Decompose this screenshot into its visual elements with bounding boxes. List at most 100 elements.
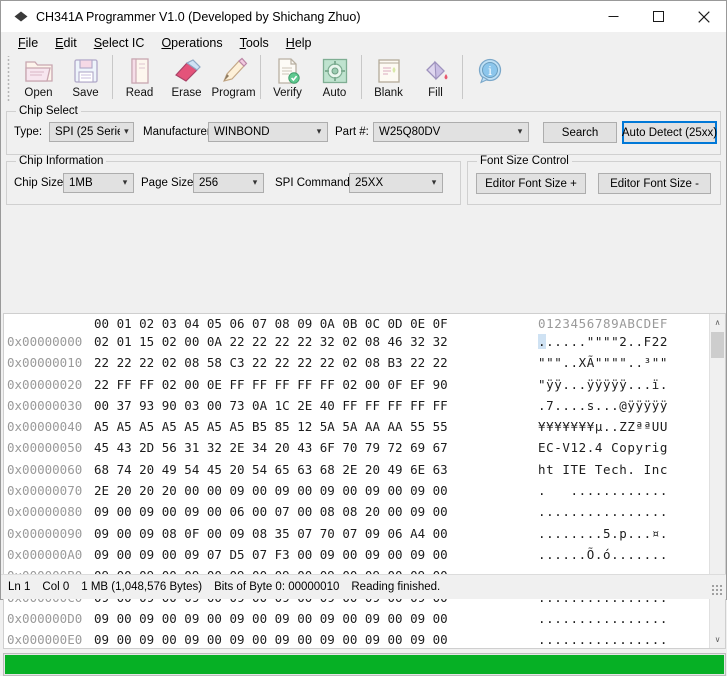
hex-row[interactable]: 0x000000E0 09 00 09 00 09 00 09 00 09 00 …	[4, 629, 709, 648]
status-bar: Ln 1 Col 0 1 MB (1,048,576 Bytes) Bits o…	[1, 574, 726, 599]
toolbar-blank-button[interactable]: Blank	[365, 54, 412, 104]
hex-row[interactable]: 0x00000080 09 00 09 00 09 00 06 00 07 00 …	[4, 501, 709, 522]
toolbar-verify-button[interactable]: Verify	[264, 54, 311, 104]
scroll-down-icon[interactable]: ∨	[710, 631, 726, 648]
hex-row-bytes[interactable]: 09 00 09 00 09 00 09 00 09 00 09 00 09 0…	[94, 629, 534, 648]
menu-bar: File Edit Select IC Operations Tools Hel…	[1, 32, 726, 54]
hex-row-address: 0x00000060	[7, 461, 83, 477]
hex-row[interactable]: 0x00000000 02 01 15 02 00 0A 22 22 22 22 …	[4, 331, 709, 352]
menu-file[interactable]: File	[10, 34, 47, 52]
editor-font-size-decrease-button[interactable]: Editor Font Size -	[598, 173, 711, 194]
hex-row-bytes[interactable]: 2E 20 20 20 00 00 09 00 09 00 09 00 09 0…	[94, 480, 534, 501]
hex-row[interactable]: 0x00000030 00 37 93 90 03 00 73 0A 1C 2E …	[4, 395, 709, 416]
menu-select-ic[interactable]: Select IC	[86, 34, 154, 52]
type-combobox[interactable]: SPI (25 Series) ▾	[49, 122, 134, 142]
hex-row[interactable]: 0x000000A0 09 00 09 00 09 07 D5 07 F3 00 …	[4, 544, 709, 565]
scroll-up-icon[interactable]: ∧	[710, 314, 726, 331]
menu-tools[interactable]: Tools	[232, 34, 278, 52]
chip-size-label: Chip Size:	[14, 177, 67, 189]
editor-font-size-increase-button[interactable]: Editor Font Size +	[476, 173, 586, 194]
app-icon	[10, 11, 32, 22]
hex-row-bytes[interactable]: 09 00 09 00 09 07 D5 07 F3 00 09 00 09 0…	[94, 544, 534, 565]
hex-row-address: 0x00000040	[7, 419, 83, 435]
auto-detect-button[interactable]: Auto Detect (25xx)	[622, 121, 717, 144]
chevron-down-icon: ▾	[517, 126, 523, 137]
hex-row-ascii[interactable]: .7....s...@ÿÿÿÿÿ	[534, 395, 668, 416]
spi-command-combobox[interactable]: 25XX ▾	[349, 173, 443, 193]
toolbar-verify-label: Verify	[273, 87, 302, 99]
toolbar-separator-1	[112, 55, 113, 99]
hex-row-bytes[interactable]: A5 A5 A5 A5 A5 A5 A5 B5 85 12 5A 5A AA A…	[94, 416, 534, 437]
toolbar-save-button[interactable]: Save	[62, 54, 109, 104]
type-combobox-value: SPI (25 Series)	[55, 126, 120, 138]
part-combobox[interactable]: W25Q80DV ▾	[373, 122, 529, 142]
maximize-button[interactable]	[636, 1, 681, 32]
page-size-label: Page Size:	[141, 177, 197, 189]
hex-row-bytes[interactable]: 68 74 20 49 54 45 20 54 65 63 68 2E 20 4…	[94, 459, 534, 480]
hex-row-ascii[interactable]: ......Õ.ó.......	[534, 544, 668, 565]
hex-row-bytes[interactable]: 09 00 09 00 09 00 06 00 07 00 08 08 20 0…	[94, 501, 534, 522]
hex-row-bytes[interactable]: 02 01 15 02 00 0A 22 22 22 22 32 02 08 4…	[94, 331, 534, 352]
hex-row-bytes[interactable]: 00 37 93 90 03 00 73 0A 1C 2E 40 FF FF F…	[94, 395, 534, 416]
search-button[interactable]: Search	[543, 122, 617, 143]
menu-operations[interactable]: Operations	[153, 34, 231, 52]
hex-row-ascii[interactable]: ........5.p...¤.	[534, 523, 668, 544]
hex-row-ascii[interactable]: ................	[534, 629, 668, 648]
hex-row[interactable]: 0x000000D0 09 00 09 00 09 00 09 00 09 00 …	[4, 608, 709, 629]
hex-row-ascii[interactable]: "ÿÿ...ÿÿÿÿÿ...ï.	[534, 374, 668, 395]
scrollbar-thumb[interactable]	[711, 332, 724, 358]
hex-row-ascii[interactable]: EC-V12.4 Copyrig	[534, 437, 668, 458]
toolbar-grip[interactable]	[5, 56, 12, 102]
chevron-down-icon: ▾	[122, 177, 128, 188]
hex-row-address: 0x000000D0	[7, 610, 83, 626]
resize-grip-icon[interactable]	[711, 584, 723, 596]
manufacturer-label: Manufacturer:	[143, 126, 214, 138]
toolbar-open-button[interactable]: Open	[15, 54, 62, 104]
hex-row[interactable]: 0x00000010 22 22 22 02 08 58 C3 22 22 22 …	[4, 352, 709, 373]
menu-edit[interactable]: Edit	[47, 34, 86, 52]
hex-row[interactable]: 0x00000060 68 74 20 49 54 45 20 54 65 63 …	[4, 459, 709, 480]
chevron-down-icon: ▾	[252, 177, 258, 188]
minimize-button[interactable]	[591, 1, 636, 32]
toolbar-separator-2	[260, 55, 261, 99]
manufacturer-combobox[interactable]: WINBOND ▾	[208, 122, 328, 142]
hex-row[interactable]: 0x00000090 09 00 09 08 0F 00 09 08 35 07 …	[4, 523, 709, 544]
toolbar-blank-label: Blank	[374, 87, 403, 99]
gear-chip-icon	[321, 55, 349, 86]
hex-row-ascii[interactable]: ¥¥¥¥¥¥¥µ..ZZªªUU	[534, 416, 668, 437]
toolbar-read-button[interactable]: Read	[116, 54, 163, 104]
toolbar-separator-3	[361, 55, 362, 99]
chip-size-combobox[interactable]: 1MB ▾	[63, 173, 134, 193]
toolbar-fill-button[interactable]: Fill	[412, 54, 459, 104]
hex-row-ascii[interactable]: """..XÃ""""..³""	[534, 352, 668, 373]
status-col: Col 0	[42, 581, 70, 593]
chevron-down-icon: ▾	[316, 126, 322, 137]
toolbar-about-button[interactable]: i	[466, 54, 513, 104]
hex-row-ascii[interactable]: ht ITE Tech. Inc	[534, 459, 668, 480]
hex-row-bytes[interactable]: 22 FF FF 02 00 0E FF FF FF FF FF 02 00 0…	[94, 374, 534, 395]
toolbar-auto-button[interactable]: Auto	[311, 54, 358, 104]
hex-row[interactable]: 0x00000020 22 FF FF 02 00 0E FF FF FF FF …	[4, 374, 709, 395]
hex-row-bytes[interactable]: 09 00 09 00 09 00 09 00 09 00 09 00 09 0…	[94, 608, 534, 629]
blank-page-icon	[376, 55, 402, 86]
hex-row[interactable]: 0x00000070 2E 20 20 20 00 00 09 00 09 00 …	[4, 480, 709, 501]
toolbar-erase-button[interactable]: Erase	[163, 54, 210, 104]
hex-row-ascii[interactable]: ................	[534, 501, 668, 522]
hex-row-address: 0x00000090	[7, 525, 83, 541]
hex-row-ascii[interactable]: ......""""2..F22	[534, 331, 668, 352]
toolbar-program-button[interactable]: Program	[210, 54, 257, 104]
book-icon	[128, 55, 152, 86]
part-label: Part #:	[335, 126, 369, 138]
svg-text:i: i	[488, 64, 492, 78]
hex-row-bytes[interactable]: 09 00 09 08 0F 00 09 08 35 07 70 07 09 0…	[94, 523, 534, 544]
menu-help[interactable]: Help	[278, 34, 321, 52]
hex-row[interactable]: 0x00000040 A5 A5 A5 A5 A5 A5 A5 B5 85 12 …	[4, 416, 709, 437]
hex-row[interactable]: 0x00000050 45 43 2D 56 31 32 2E 34 20 43 …	[4, 437, 709, 458]
hex-row-bytes[interactable]: 22 22 22 02 08 58 C3 22 22 22 22 02 08 B…	[94, 352, 534, 373]
page-size-combobox[interactable]: 256 ▾	[193, 173, 264, 193]
hex-row-ascii[interactable]: . ............	[534, 480, 668, 501]
hex-row-bytes[interactable]: 45 43 2D 56 31 32 2E 34 20 43 6F 70 79 7…	[94, 437, 534, 458]
status-bits: Bits of Byte 0: 00000010	[214, 581, 340, 593]
hex-row-ascii[interactable]: ................	[534, 608, 668, 629]
close-button[interactable]	[681, 1, 726, 32]
